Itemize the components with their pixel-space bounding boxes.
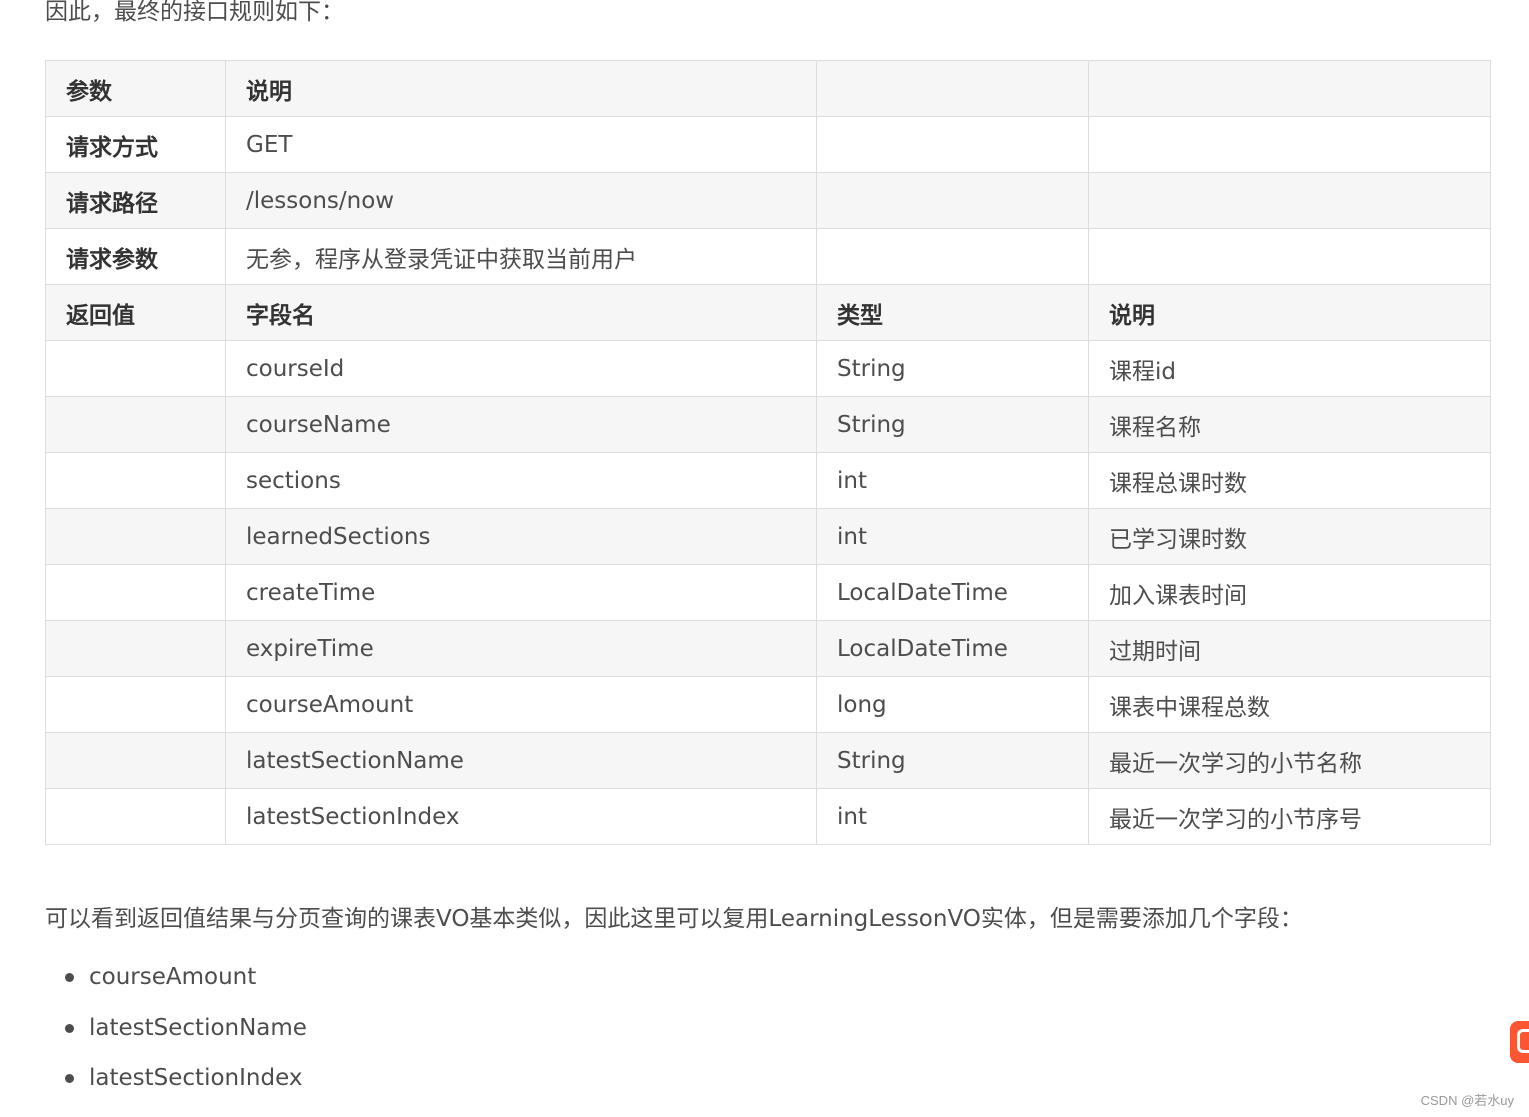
empty-cell — [45, 732, 226, 789]
header-cell: 参数 — [45, 60, 226, 117]
empty-cell — [816, 228, 1089, 285]
field-type: int — [816, 452, 1089, 509]
intro-paragraph: 因此，最终的接口规则如下： — [45, 0, 344, 25]
field-row: courseAmount long 课表中课程总数 — [45, 676, 1491, 733]
param-label: 请求参数 — [45, 228, 226, 285]
list-item-text: latestSectionIndex — [89, 1065, 303, 1091]
added-fields-list: courseAmount latestSectionName latestSec… — [65, 955, 307, 1107]
param-value: 无参，程序从登录凭证中获取当前用户 — [225, 228, 817, 285]
field-description: 课程总课时数 — [1088, 452, 1491, 509]
empty-cell — [1088, 116, 1491, 173]
bullet-icon — [65, 1023, 74, 1033]
api-table-body: 参数 说明 请求方式 GET 请求路径 /lessons/now 请求参数 无参… — [45, 60, 1491, 845]
csdn-c-glyph-icon — [1517, 1029, 1529, 1053]
return-header-cell: 说明 — [1088, 284, 1491, 341]
summary-paragraph: 可以看到返回值结果与分页查询的课表VO基本类似，因此这里可以复用Learning… — [45, 906, 1303, 932]
empty-cell — [816, 172, 1089, 229]
csdn-logo-icon[interactable] — [1510, 1021, 1529, 1063]
list-item: latestSectionName — [65, 1006, 307, 1057]
bullet-icon — [65, 1074, 74, 1083]
field-type: int — [816, 788, 1089, 845]
field-row: courseName String 课程名称 — [45, 396, 1491, 453]
param-value: GET — [225, 116, 817, 173]
field-row: courseId String 课程id — [45, 340, 1491, 397]
field-description: 课表中课程总数 — [1088, 676, 1491, 733]
field-name: expireTime — [225, 620, 817, 677]
return-header-cell: 类型 — [816, 284, 1089, 341]
field-type: LocalDateTime — [816, 620, 1089, 677]
request-params-row: 请求参数 无参，程序从登录凭证中获取当前用户 — [45, 228, 1491, 285]
return-header-cell: 返回值 — [45, 284, 226, 341]
field-row: latestSectionIndex int 最近一次学习的小节序号 — [45, 788, 1491, 845]
field-row: createTime LocalDateTime 加入课表时间 — [45, 564, 1491, 621]
empty-cell — [45, 396, 226, 453]
api-spec-table: 参数 说明 请求方式 GET 请求路径 /lessons/now 请求参数 无参… — [45, 60, 1491, 845]
field-type: String — [816, 340, 1089, 397]
field-name: latestSectionName — [225, 732, 817, 789]
empty-cell — [45, 788, 226, 845]
list-item: latestSectionIndex — [65, 1056, 307, 1107]
header-cell — [816, 60, 1089, 117]
empty-cell — [1088, 172, 1491, 229]
field-description: 最近一次学习的小节序号 — [1088, 788, 1491, 845]
empty-cell — [45, 620, 226, 677]
header-cell — [1088, 60, 1491, 117]
field-description: 已学习课时数 — [1088, 508, 1491, 565]
field-description: 课程名称 — [1088, 396, 1491, 453]
header-cell: 说明 — [225, 60, 817, 117]
request-method-row: 请求方式 GET — [45, 116, 1491, 173]
field-description: 课程id — [1088, 340, 1491, 397]
request-path-row: 请求路径 /lessons/now — [45, 172, 1491, 229]
field-name: sections — [225, 452, 817, 509]
list-item-text: latestSectionName — [89, 1014, 307, 1041]
field-name: courseId — [225, 340, 817, 397]
field-description: 过期时间 — [1088, 620, 1491, 677]
field-type: long — [816, 676, 1089, 733]
field-type: LocalDateTime — [816, 564, 1089, 621]
field-type: int — [816, 508, 1089, 565]
empty-cell — [45, 676, 226, 733]
empty-cell — [45, 340, 226, 397]
field-row: sections int 课程总课时数 — [45, 452, 1491, 509]
list-item: courseAmount — [65, 955, 307, 1006]
field-description: 加入课表时间 — [1088, 564, 1491, 621]
empty-cell — [45, 564, 226, 621]
empty-cell — [45, 452, 226, 509]
empty-cell — [816, 116, 1089, 173]
field-row: learnedSections int 已学习课时数 — [45, 508, 1491, 565]
csdn-watermark: CSDN @若水uy — [1420, 1093, 1514, 1108]
field-name: learnedSections — [225, 508, 817, 565]
param-label: 请求方式 — [45, 116, 226, 173]
field-row: latestSectionName String 最近一次学习的小节名称 — [45, 732, 1491, 789]
param-value: /lessons/now — [225, 172, 817, 229]
return-header-cell: 字段名 — [225, 284, 817, 341]
field-name: courseAmount — [225, 676, 817, 733]
field-name: courseName — [225, 396, 817, 453]
return-header-row: 返回值 字段名 类型 说明 — [45, 284, 1491, 341]
table-header-row: 参数 说明 — [45, 60, 1491, 117]
empty-cell — [45, 508, 226, 565]
field-name: latestSectionIndex — [225, 788, 817, 845]
field-type: String — [816, 732, 1089, 789]
field-description: 最近一次学习的小节名称 — [1088, 732, 1491, 789]
bullet-icon — [65, 973, 74, 982]
field-row: expireTime LocalDateTime 过期时间 — [45, 620, 1491, 677]
empty-cell — [1088, 228, 1491, 285]
field-type: String — [816, 396, 1089, 453]
list-item-text: courseAmount — [89, 964, 257, 990]
field-name: createTime — [225, 564, 817, 621]
param-label: 请求路径 — [45, 172, 226, 229]
